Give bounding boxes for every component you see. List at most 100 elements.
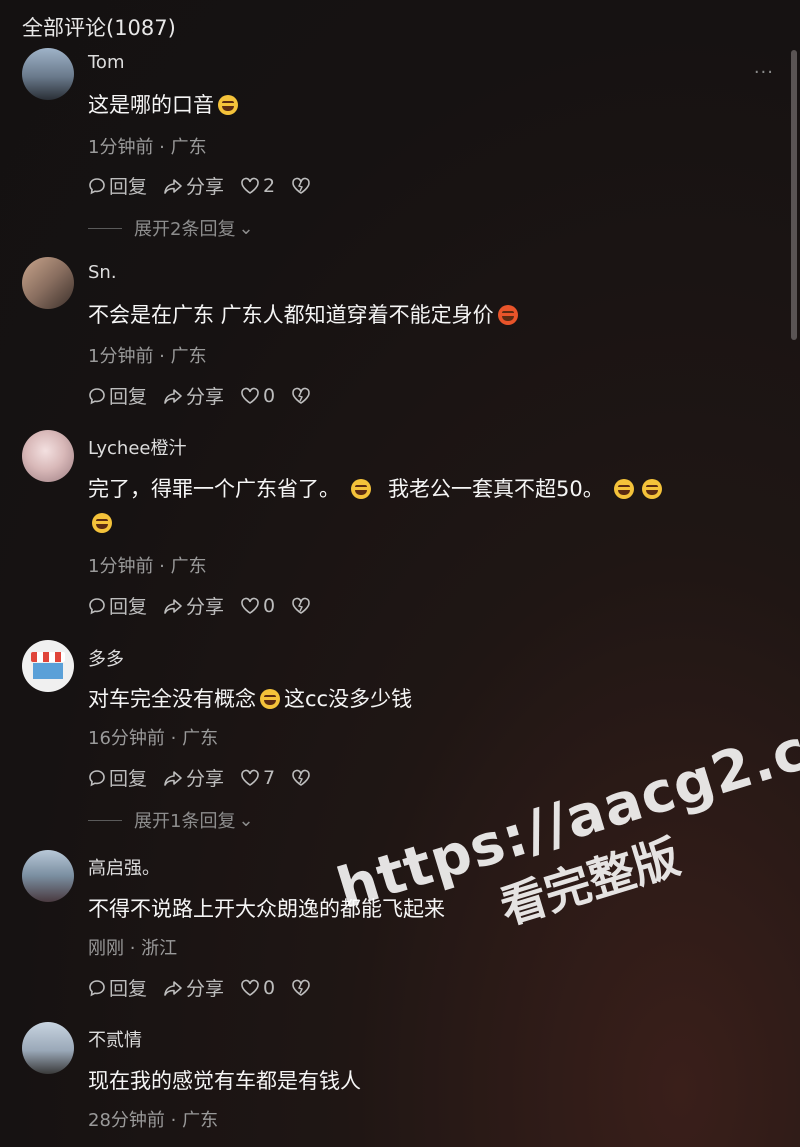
share-icon [164,598,182,614]
reply-label: 回复 [109,596,148,618]
expand-replies-button[interactable]: 展开1条回复 ⌄ [88,807,254,833]
watermark: https://aacg2.com 看完整版 [330,689,800,982]
share-button[interactable]: 分享 [163,592,224,619]
divider [88,227,122,229]
comment-author[interactable]: 多多 [88,645,124,671]
heart-icon [241,769,259,786]
like-button[interactable]: 0 [240,595,275,617]
comment-text: 现在我的感觉有车都是有钱人 [88,1064,768,1098]
heart-icon [241,979,259,996]
comment-text-body-2: 我老公一套真不超50。 [388,477,604,501]
comment-author[interactable]: Sn. [88,262,117,283]
heart-icon [241,177,259,194]
heart-icon [241,597,259,614]
share-icon [164,770,182,786]
comment-text-body-2: 这cc没多少钱 [284,687,413,711]
like-button[interactable]: 7 [240,767,275,789]
reply-label: 回复 [109,176,148,198]
comment-actions: 回复 分享 0 [88,382,330,409]
comment-text-body: 对车完全没有概念 [88,687,256,711]
scrollbar[interactable] [791,50,797,340]
share-button[interactable]: 分享 [163,172,224,199]
like-count: 0 [263,384,276,407]
share-label: 分享 [186,176,225,198]
store-icon [31,652,65,662]
dizzy-emoji-icon [260,689,280,709]
like-button[interactable]: 0 [240,977,275,999]
comment-author[interactable]: Lychee橙汁 [88,434,186,460]
comment-meta: 1分钟前 · 广东 [88,137,207,158]
laughing-emoji-icon [642,479,663,499]
avatar[interactable] [22,1022,74,1074]
reply-button[interactable]: 回复 [88,382,147,409]
dislike-button[interactable] [291,979,314,997]
comment-actions: 回复 分享 2 [88,172,330,199]
dislike-button[interactable] [291,597,314,615]
share-icon [164,980,182,996]
avatar[interactable] [22,640,74,692]
share-button[interactable]: 分享 [163,974,224,1001]
comment-text: 不会是在广东 广东人都知道穿着不能定身价 [88,298,768,332]
like-count: 0 [263,976,276,999]
reply-label: 回复 [109,768,148,790]
comment-text-body: 不得不说路上开大众朗逸的都能飞起来 [88,897,445,921]
dislike-button[interactable] [291,177,314,195]
laughing-emoji-icon [350,479,371,499]
avatar[interactable] [22,430,74,482]
reply-button[interactable]: 回复 [88,974,147,1001]
laughing-emoji-icon [218,95,238,115]
comment-text-body: 不会是在广东 广东人都知道穿着不能定身价 [88,303,494,327]
comment-text: 不得不说路上开大众朗逸的都能飞起来 [88,892,768,926]
like-count: 0 [263,594,276,617]
avatar[interactable] [22,48,74,100]
reply-button[interactable]: 回复 [88,172,147,199]
comment-actions: 回复 分享 7 [88,764,330,791]
comment-icon [89,177,105,194]
comment-text-body: 这是哪的口音 [88,93,214,117]
comments-header: 全部评论(1087) [22,16,176,40]
share-label: 分享 [186,768,225,790]
expand-replies-label: 展开1条回复 [134,811,236,832]
comment-meta: 16分钟前 · 广东 [88,728,219,749]
laughing-emoji-icon [92,513,112,533]
broken-heart-icon [292,979,310,996]
comment-meta: 28分钟前 · 广东 [88,1110,219,1131]
divider [88,819,122,821]
comment-text-body: 完了，得罪一个广东省了。 [88,477,340,501]
broken-heart-icon [292,177,310,194]
comment-icon [89,387,105,404]
grinning-emoji-icon [497,305,518,325]
comment-author[interactable]: 高启强。 [88,854,160,880]
share-button[interactable]: 分享 [163,382,224,409]
comment-icon [89,979,105,996]
dislike-button[interactable] [291,387,314,405]
reply-label: 回复 [109,386,148,408]
like-count: 7 [263,766,276,789]
share-button[interactable]: 分享 [163,764,224,791]
like-button[interactable]: 0 [240,385,275,407]
reply-label: 回复 [109,978,148,1000]
avatar[interactable] [22,850,74,902]
comment-author[interactable]: Tom [88,52,124,73]
chevron-down-icon: ⌄ [238,809,254,831]
comment-text: 这是哪的口音 [88,88,768,122]
comment-text-body: 现在我的感觉有车都是有钱人 [88,1069,361,1093]
reply-button[interactable]: 回复 [88,592,147,619]
reply-button[interactable]: 回复 [88,764,147,791]
laughing-emoji-icon [614,479,635,499]
comment-actions: 回复 分享 0 [88,592,330,619]
broken-heart-icon [292,387,310,404]
comment-meta: 刚刚 · 浙江 [88,938,178,959]
more-options-icon[interactable]: ··· [754,62,774,83]
avatar[interactable] [22,257,74,309]
share-icon [164,388,182,404]
comment-author[interactable]: 不贰情 [88,1026,142,1052]
broken-heart-icon [292,769,310,786]
expand-replies-button[interactable]: 展开2条回复 ⌄ [88,215,254,241]
share-icon [164,178,182,194]
dislike-button[interactable] [291,769,314,787]
like-button[interactable]: 2 [240,175,275,197]
share-label: 分享 [186,978,225,1000]
heart-icon [241,387,259,404]
broken-heart-icon [292,597,310,614]
